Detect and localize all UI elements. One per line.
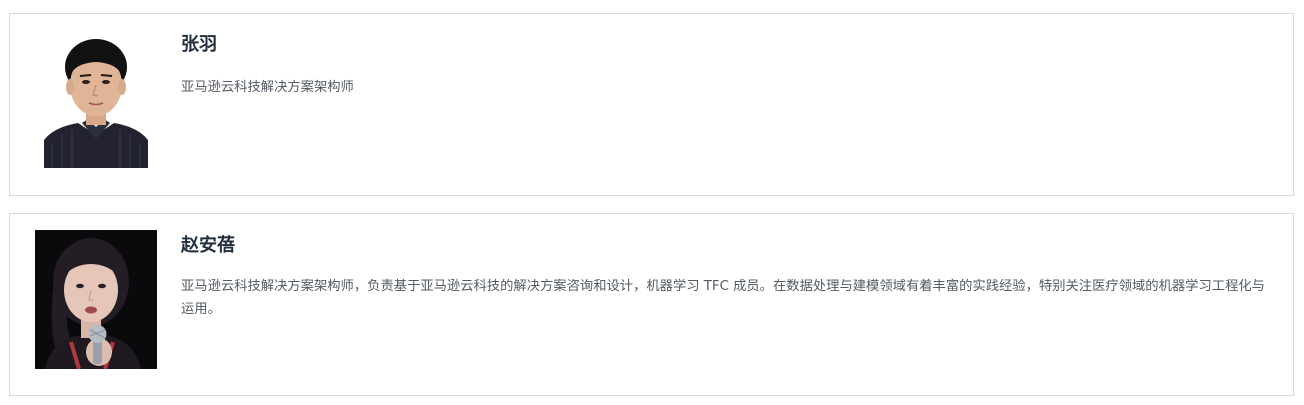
speaker-name: 赵安蓓 [181, 235, 235, 256]
speaker-card: 赵安蓓 亚马逊云科技解决方案架构师，负责基于亚马逊云科技的解决方案咨询和设计，机… [9, 213, 1294, 396]
speaker-info: 赵安蓓 亚马逊云科技解决方案架构师，负责基于亚马逊云科技的解决方案咨询和设计，机… [181, 234, 1273, 321]
speaker-photo [44, 35, 148, 168]
speaker-name: 张羽 [181, 34, 217, 55]
speaker-photo [35, 230, 157, 369]
speaker-info: 张羽 亚马逊云科技解决方案架构师 [181, 33, 1273, 99]
speaker-card: 张羽 亚马逊云科技解决方案架构师 [9, 13, 1294, 196]
speaker-bio: 亚马逊云科技解决方案架构师 [181, 80, 354, 95]
speaker-bio: 亚马逊云科技解决方案架构师，负责基于亚马逊云科技的解决方案咨询和设计，机器学习 … [181, 279, 1265, 317]
